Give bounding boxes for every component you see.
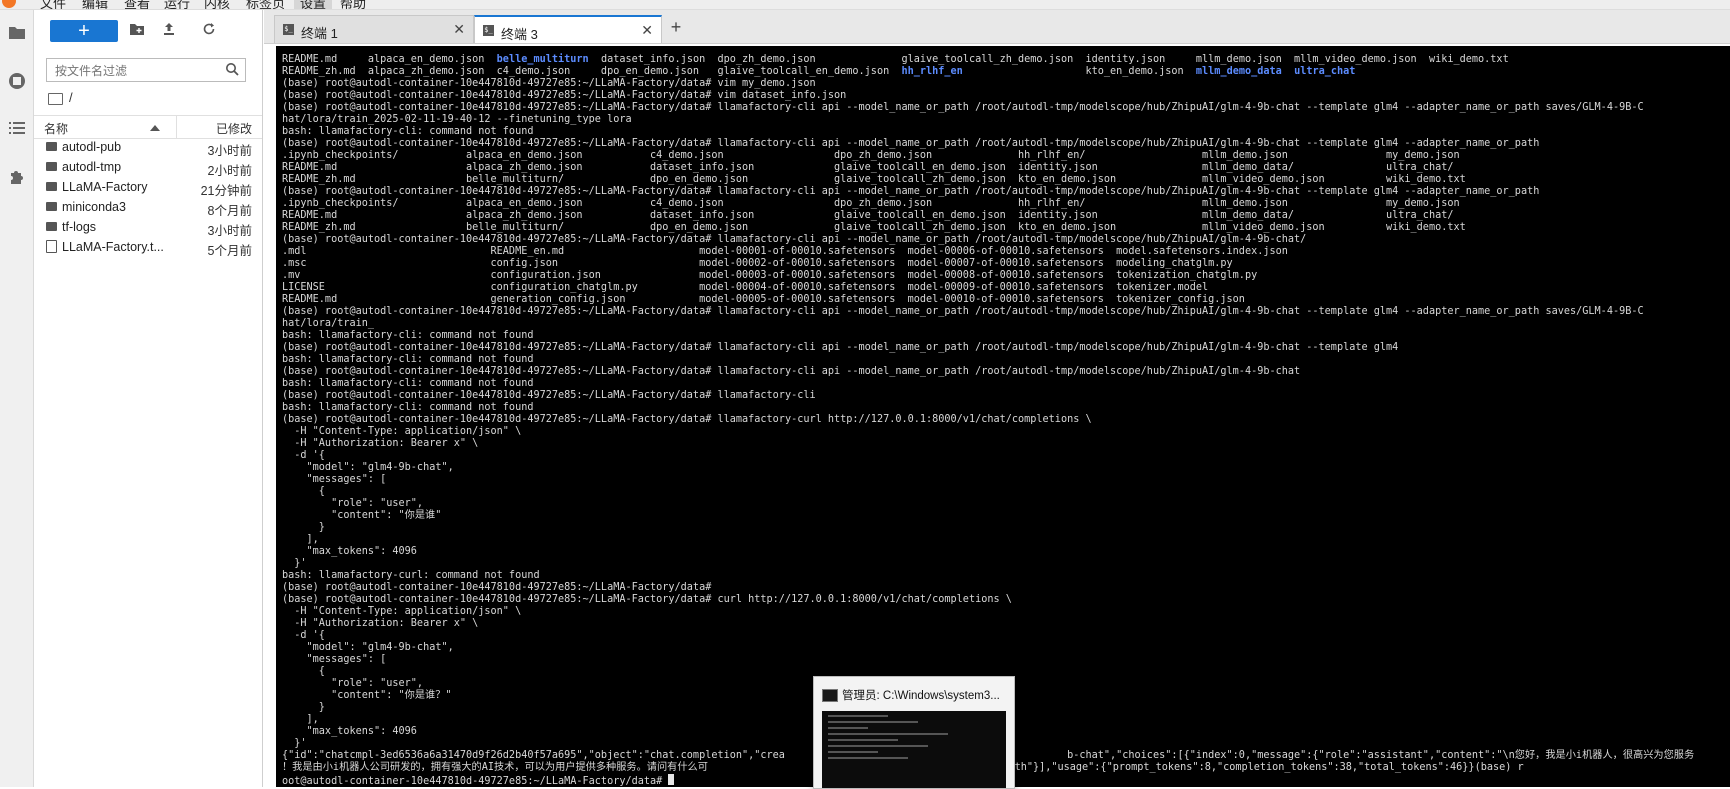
terminal-line: kto_en_demo.json <box>962 66 1196 77</box>
cmd-window-thumbnail <box>822 711 1006 788</box>
file-name: LLaMA-Factory <box>62 180 148 194</box>
file-row[interactable]: LLaMA-Factory 21分钟前 <box>34 177 262 198</box>
terminal-cursor <box>668 774 675 785</box>
tab-terminal-3[interactable]: $_ 终端 3 ✕ <box>474 15 662 43</box>
text-file-icon <box>46 240 57 253</box>
file-filter-input[interactable] <box>53 60 227 82</box>
file-filter-field[interactable] <box>46 58 246 82</box>
extension-icon[interactable] <box>6 168 28 190</box>
file-name: LLaMA-Factory.t... <box>62 240 164 254</box>
file-name: autodl-pub <box>62 140 122 154</box>
directory-name: ultra_chat <box>1294 66 1356 77</box>
folder-icon <box>46 162 57 171</box>
upload-icon[interactable] <box>160 22 178 40</box>
file-browser-toolbar: + <box>34 10 262 50</box>
breadcrumb-path[interactable]: / <box>69 90 73 105</box>
folder-icon <box>46 182 57 191</box>
cmd-icon <box>822 689 838 702</box>
new-launcher-button[interactable]: + <box>50 20 118 42</box>
tab-label: 终端 1 <box>301 26 338 41</box>
cmd-window-title: 管理员: C:\Windows\system3... <box>842 690 1000 702</box>
close-icon[interactable]: ✕ <box>453 21 465 38</box>
menu-edit[interactable]: 编辑 <box>82 0 108 9</box>
menu-run[interactable]: 运行 <box>164 0 190 9</box>
directory-name: mllm_demo_data <box>1195 66 1282 77</box>
menu-file[interactable]: 文件 <box>40 0 66 9</box>
column-name-header[interactable]: 名称 <box>44 120 68 137</box>
folder-icon <box>46 202 57 211</box>
new-folder-icon[interactable] <box>128 22 146 40</box>
tab-label: 终端 3 <box>501 27 538 42</box>
menu-view[interactable]: 查看 <box>124 0 150 9</box>
terminal-icon: $_ <box>483 25 494 36</box>
file-name: miniconda3 <box>62 200 126 214</box>
file-browser: + / 名称 已修改 autodl-pub 3小时前 autodl-tmp 2小… <box>34 10 263 787</box>
add-tab-icon[interactable]: + <box>667 18 685 36</box>
left-sidebar-rail <box>0 10 34 787</box>
table-of-contents-icon[interactable] <box>6 120 28 142</box>
file-row[interactable]: miniconda3 8个月前 <box>34 197 262 218</box>
search-icon <box>225 62 239 76</box>
terminal-line: README.md alpaca_en_demo.json <box>282 54 497 65</box>
column-divider[interactable] <box>176 116 177 138</box>
menu-settings[interactable]: 设置 <box>294 0 333 9</box>
refresh-icon[interactable] <box>200 22 218 40</box>
tab-terminal-1[interactable]: $_ 终端 1 ✕ <box>274 15 474 43</box>
folder-icon <box>46 222 57 231</box>
menu-kernel[interactable]: 内核 <box>204 0 230 9</box>
tab-bar: $_ 终端 1 ✕ $_ 终端 3 ✕ + <box>264 10 1730 44</box>
folder-icon <box>48 92 63 105</box>
menu-bar: 文件 编辑 查看 运行 内核 标签页 设置 帮助 <box>0 0 1730 10</box>
cmd-window-preview[interactable]: 管理员: C:\Windows\system3... <box>813 676 1015 789</box>
file-name: tf-logs <box>62 220 97 234</box>
file-list-header: 名称 已修改 <box>34 115 262 139</box>
file-row[interactable]: autodl-pub 3小时前 <box>34 137 262 158</box>
sort-ascending-icon[interactable] <box>150 125 160 131</box>
jupyter-logo-icon <box>2 0 16 8</box>
breadcrumb[interactable]: / <box>48 90 73 105</box>
terminal-icon: $_ <box>283 24 294 35</box>
folder-icon[interactable] <box>6 24 28 46</box>
file-modified: 5个月前 <box>207 244 252 258</box>
menu-tabs[interactable]: 标签页 <box>246 0 285 9</box>
directory-name: belle_multiturn <box>496 54 589 65</box>
file-row[interactable]: LLaMA-Factory.t... 5个月前 <box>34 237 262 258</box>
directory-name: hh_rlhf_en <box>901 66 963 77</box>
column-modified-header[interactable]: 已修改 <box>216 120 252 137</box>
file-name: autodl-tmp <box>62 160 122 174</box>
file-row[interactable]: tf-logs 3小时前 <box>34 217 262 238</box>
running-icon[interactable] <box>6 72 28 94</box>
close-icon[interactable]: ✕ <box>641 22 653 39</box>
folder-icon <box>46 142 57 151</box>
file-row[interactable]: autodl-tmp 2小时前 <box>34 157 262 178</box>
menu-help[interactable]: 帮助 <box>340 0 366 9</box>
